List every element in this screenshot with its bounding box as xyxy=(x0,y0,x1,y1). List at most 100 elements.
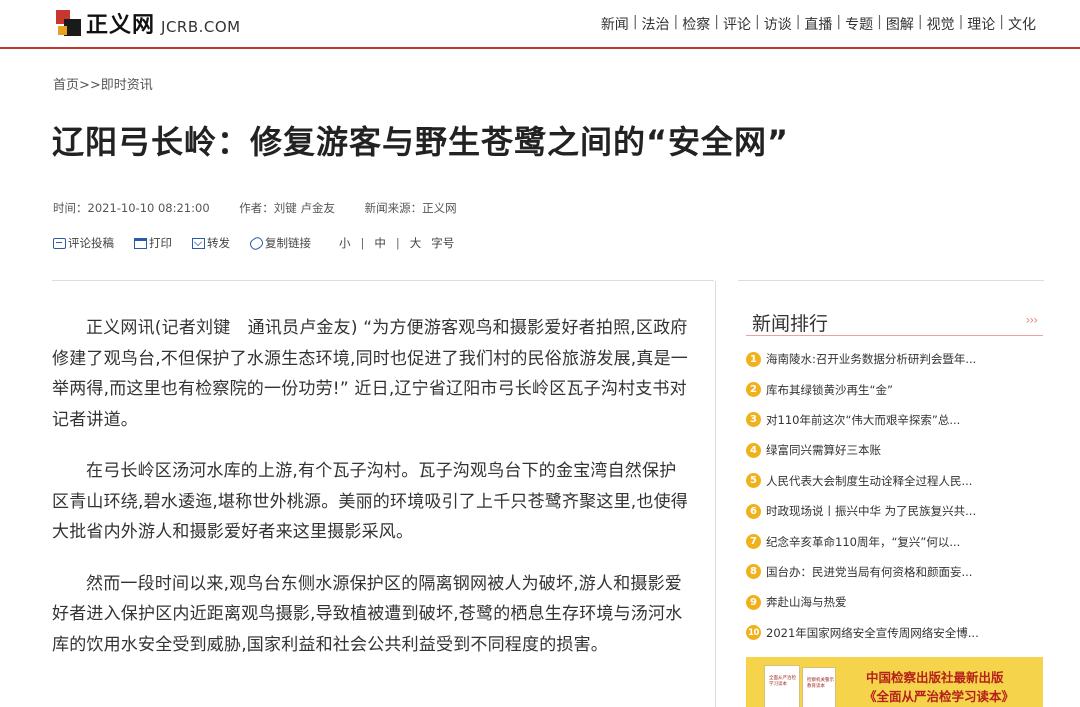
ad-headline: 中国检察出版社最新出版 xyxy=(866,670,1004,685)
article-author: 作者：刘键 卢金友 xyxy=(239,201,335,215)
ad-subline: 《全面从严治检学习读本》 xyxy=(864,689,1015,704)
rank-badge: 7 xyxy=(746,534,761,550)
nav-separator: | xyxy=(673,14,679,30)
column-divider xyxy=(715,281,716,707)
news-ranking-list: 1 海南陵水:召开业务数据分析研判会暨年... 2 库布其绿锁黄沙再生“金” 3 对1… xyxy=(746,344,1043,648)
nav-item-interview[interactable]: 访谈 xyxy=(764,14,792,34)
rank-badge: 6 xyxy=(746,503,761,519)
nav-item-topics[interactable]: 专题 xyxy=(845,14,873,34)
header-underline xyxy=(746,335,1043,336)
article-tools: 评论投稿 打印 转发 复制链接 小 | 中 | 大 字号 xyxy=(53,234,454,252)
copy-link-label: 复制链接 xyxy=(265,236,311,250)
copy-link-button[interactable]: 复制链接 xyxy=(248,234,311,252)
sidebar-divider xyxy=(738,280,1044,281)
book-cover-image: 检察机关警示教育读本 xyxy=(802,667,836,707)
nav-separator: | xyxy=(836,14,842,30)
ranking-item-text: 纪念辛亥革命110周年，“复兴”何以... xyxy=(766,534,961,549)
book-ad-banner[interactable]: 全面从严治检学习读本 检察机关警示教育读本 中国检察出版社最新出版 《全面从严治… xyxy=(746,657,1043,707)
page-title: 辽阳弓长岭：修复游客与野生苍鹭之间的“安全网” xyxy=(52,123,790,161)
nav-item-news[interactable]: 新闻 xyxy=(601,14,629,34)
rank-badge: 3 xyxy=(746,412,761,428)
nav-item-live[interactable]: 直播 xyxy=(804,14,832,34)
rank-badge: 2 xyxy=(746,382,761,398)
link-icon xyxy=(248,234,265,252)
rank-badge: 5 xyxy=(746,473,761,489)
ranking-item-text: 奔赴山海与热爱 xyxy=(766,595,847,610)
news-ranking-title: 新闻排行 xyxy=(752,313,829,335)
nav-separator: | xyxy=(999,14,1004,30)
forward-button[interactable]: 转发 xyxy=(192,235,230,251)
ranking-item[interactable]: 10 2021年国家网络安全宣传周网络安全博... xyxy=(746,618,1043,648)
article-source: 新闻来源：正义网 xyxy=(364,201,457,215)
ranking-item-text: 对110年前这次“伟大而艰辛探索”总... xyxy=(766,412,961,427)
comment-label: 评论投稿 xyxy=(68,236,114,250)
print-icon xyxy=(134,237,147,249)
rank-badge: 10 xyxy=(746,625,761,641)
font-size-large[interactable]: 大 xyxy=(410,235,422,251)
nav-item-culture[interactable]: 文化 xyxy=(1008,14,1036,34)
nav-separator: | xyxy=(632,14,638,30)
logo-domain: JCRB.COM xyxy=(161,18,241,36)
font-size-medium[interactable]: 中 xyxy=(374,235,386,251)
nav-item-commentary[interactable]: 评论 xyxy=(723,14,751,34)
font-size-separator: | xyxy=(395,236,400,250)
content-divider xyxy=(52,280,714,281)
ranking-item[interactable]: 1 海南陵水:召开业务数据分析研判会暨年... xyxy=(746,344,1043,374)
breadcrumb[interactable]: 首页>>即时资讯 xyxy=(53,74,153,93)
book-cover-image: 全面从严治检学习读本 xyxy=(764,665,800,707)
ranking-item-text: 海南陵水:召开业务数据分析研判会暨年... xyxy=(766,352,977,367)
logo-text: 正义网 xyxy=(86,13,156,38)
nav-item-law[interactable]: 法治 xyxy=(642,14,670,34)
nav-separator: | xyxy=(795,14,801,30)
ranking-item[interactable]: 8 国台办：民进党当局有何资格和颜面妄... xyxy=(746,557,1043,587)
nav-item-visual[interactable]: 视觉 xyxy=(927,14,955,34)
ranking-item[interactable]: 9 奔赴山海与热爱 xyxy=(746,587,1043,617)
ranking-item[interactable]: 7 纪念辛亥革命110周年，“复兴”何以... xyxy=(746,526,1043,556)
book-cover-title: 检察机关警示教育读本 xyxy=(807,678,834,689)
ranking-item[interactable]: 2 库布其绿锁黄沙再生“金” xyxy=(746,374,1043,404)
print-label: 打印 xyxy=(149,236,172,250)
ranking-item-text: 2021年国家网络安全宣传周网络安全博... xyxy=(766,625,979,640)
nav-item-theory[interactable]: 理论 xyxy=(967,14,995,34)
font-size-separator: | xyxy=(360,236,365,250)
site-header: 正义网 JCRB.COM 新闻 | 法治 | 检察 | 评论 | 访谈 | 直播 | 专题 |… xyxy=(0,0,1080,49)
top-nav: 新闻 | 法治 | 检察 | 评论 | 访谈 | 直播 | 专题 | 图解 | 视觉 | 理论 | … xyxy=(601,14,1036,34)
book-cover-title: 全面从严治检学习读本 xyxy=(769,676,796,687)
article-body: 正义网讯(记者刘键 通讯员卢金友) “为方便游客观鸟和摄影爱好者拍照,区政府修建… xyxy=(52,313,688,681)
nav-item-procuratorate[interactable]: 检察 xyxy=(682,14,710,34)
ranking-item-text: 时政现场说丨振兴中华 为了民族复兴共... xyxy=(766,504,977,519)
rank-badge: 9 xyxy=(746,594,761,610)
ranking-item[interactable]: 4 绿富同兴需算好三本账 xyxy=(746,435,1043,465)
article-paragraph: 在弓长岭区汤河水库的上游,有个瓦子沟村。瓦子沟观鸟台下的金宝湾自然保护区青山环绕… xyxy=(52,461,689,542)
more-arrow-icon[interactable]: ››› xyxy=(1026,313,1038,327)
article-paragraph: 然而一段时间以来,观鸟台东侧水源保护区的隔离钢网被人为破坏,游人和摄影爱好者进入… xyxy=(52,573,683,655)
ranking-item-text: 库布其绿锁黄沙再生“金” xyxy=(766,382,893,397)
article-paragraph: 正义网讯(记者刘键 通讯员卢金友) “为方便游客观鸟和摄影爱好者拍照,区政府修建… xyxy=(52,318,689,430)
nav-separator: | xyxy=(958,14,964,30)
ranking-item[interactable]: 5 人民代表大会制度生动诠释全过程人民... xyxy=(746,466,1043,496)
font-size-small[interactable]: 小 xyxy=(339,235,351,251)
ranking-item[interactable]: 3 对110年前这次“伟大而艰辛探索”总... xyxy=(746,405,1043,435)
article-meta: 时间：2021-10-10 08:21:00 作者：刘键 卢金友 新闻来源：正义… xyxy=(53,200,483,216)
ranking-item[interactable]: 6 时政现场说丨振兴中华 为了民族复兴共... xyxy=(746,496,1043,526)
site-logo[interactable]: 正义网 JCRB.COM xyxy=(56,7,241,39)
nav-separator: | xyxy=(754,14,760,30)
forward-label: 转发 xyxy=(207,236,230,250)
print-button[interactable]: 打印 xyxy=(134,235,172,251)
rank-badge: 4 xyxy=(746,442,761,458)
comment-icon xyxy=(53,237,66,249)
comment-button[interactable]: 评论投稿 xyxy=(53,235,114,251)
ranking-item-text: 国台办：民进党当局有何资格和颜面妄... xyxy=(766,564,973,579)
nav-separator: | xyxy=(917,14,923,30)
logo-icon xyxy=(56,10,82,36)
nav-separator: | xyxy=(877,14,882,30)
news-ranking-header: 新闻排行 ››› xyxy=(746,307,1043,336)
font-size-label: 字号 xyxy=(431,236,455,250)
ranking-item-text: 绿富同兴需算好三本账 xyxy=(766,443,881,458)
nav-separator: | xyxy=(714,14,719,30)
nav-item-graphics[interactable]: 图解 xyxy=(886,14,914,34)
rank-badge: 1 xyxy=(746,351,761,367)
ranking-item-text: 人民代表大会制度生动诠释全过程人民... xyxy=(766,473,973,488)
font-size-control: 小 | 中 | 大 字号 xyxy=(339,235,454,251)
publish-time: 时间：2021-10-10 08:21:00 xyxy=(53,201,210,215)
